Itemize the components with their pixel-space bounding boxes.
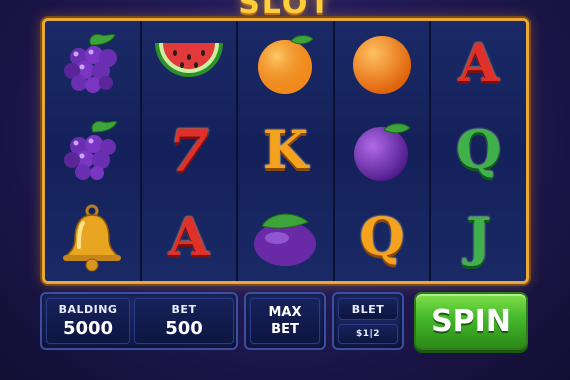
- reel-1: [45, 21, 142, 281]
- letter-a-symbol: A: [458, 33, 499, 95]
- spin-button[interactable]: SPIN: [414, 292, 528, 350]
- symbol-plum: [335, 108, 430, 195]
- balance-value: 5000: [62, 318, 114, 339]
- reel-2: 7 A: [141, 21, 239, 281]
- orange-icon: [258, 35, 315, 95]
- symbol-grapes: [45, 21, 140, 108]
- max-bet-face[interactable]: MAX BET: [250, 298, 320, 344]
- bet-label: BET: [171, 303, 197, 316]
- control-bar: BALDING 5000 BET 500 MAX BET BLET $1|2 S…: [40, 292, 530, 352]
- blet-value-box: $1|2: [338, 324, 398, 344]
- balance-label: BALDING: [58, 303, 118, 316]
- max-bet-line1: MAX: [268, 305, 302, 320]
- bell-icon: [63, 204, 122, 272]
- bet-display[interactable]: BET 500: [134, 298, 234, 344]
- letter-a-symbol: A: [168, 206, 210, 268]
- blet-value: $1|2: [355, 329, 381, 339]
- symbol-k: K: [238, 108, 333, 195]
- symbol-grapes: [45, 108, 140, 195]
- symbol-a: A: [431, 21, 526, 108]
- watermelon-icon: [154, 43, 223, 78]
- symbol-watermelon: [142, 21, 237, 108]
- blet-label: BLET: [351, 302, 385, 316]
- symbol-q: Q: [431, 108, 526, 195]
- game-title: SLOT: [238, 0, 332, 21]
- letter-j-symbol: J: [466, 206, 491, 268]
- blet-panel[interactable]: BLET $1|2: [332, 292, 404, 350]
- reel-4: Q: [334, 21, 432, 281]
- symbol-bell: [45, 194, 140, 281]
- blet-label-box: BLET: [338, 298, 398, 320]
- letter-q-symbol: Q: [456, 120, 502, 181]
- letter-q-symbol: Q: [359, 206, 405, 268]
- plum-icon: [254, 213, 317, 266]
- orange-icon: [353, 36, 412, 95]
- symbol-q: Q: [335, 194, 430, 281]
- symbol-orange: [335, 21, 430, 108]
- balance-bet-panel: BALDING 5000 BET 500: [40, 292, 238, 350]
- reels-frame: 7 A K Q A Q J: [42, 18, 529, 284]
- symbol-j: J: [431, 194, 526, 281]
- symbol-plum: [238, 194, 333, 281]
- grapes-icon: [64, 34, 118, 94]
- max-bet-button[interactable]: MAX BET: [244, 292, 326, 350]
- symbol-a: A: [142, 194, 237, 281]
- max-bet-line2: BET: [271, 322, 299, 337]
- letter-k-symbol: K: [262, 120, 309, 181]
- balance-display: BALDING 5000: [46, 298, 130, 344]
- symbol-orange: [238, 21, 333, 108]
- bet-value: 500: [165, 318, 203, 339]
- grapes-icon: [64, 120, 118, 180]
- seven-symbol: 7: [168, 117, 210, 185]
- symbol-seven: 7: [142, 108, 237, 195]
- reel-5: A Q J: [431, 21, 526, 281]
- plum-icon: [354, 123, 411, 181]
- reel-3: K: [238, 21, 335, 281]
